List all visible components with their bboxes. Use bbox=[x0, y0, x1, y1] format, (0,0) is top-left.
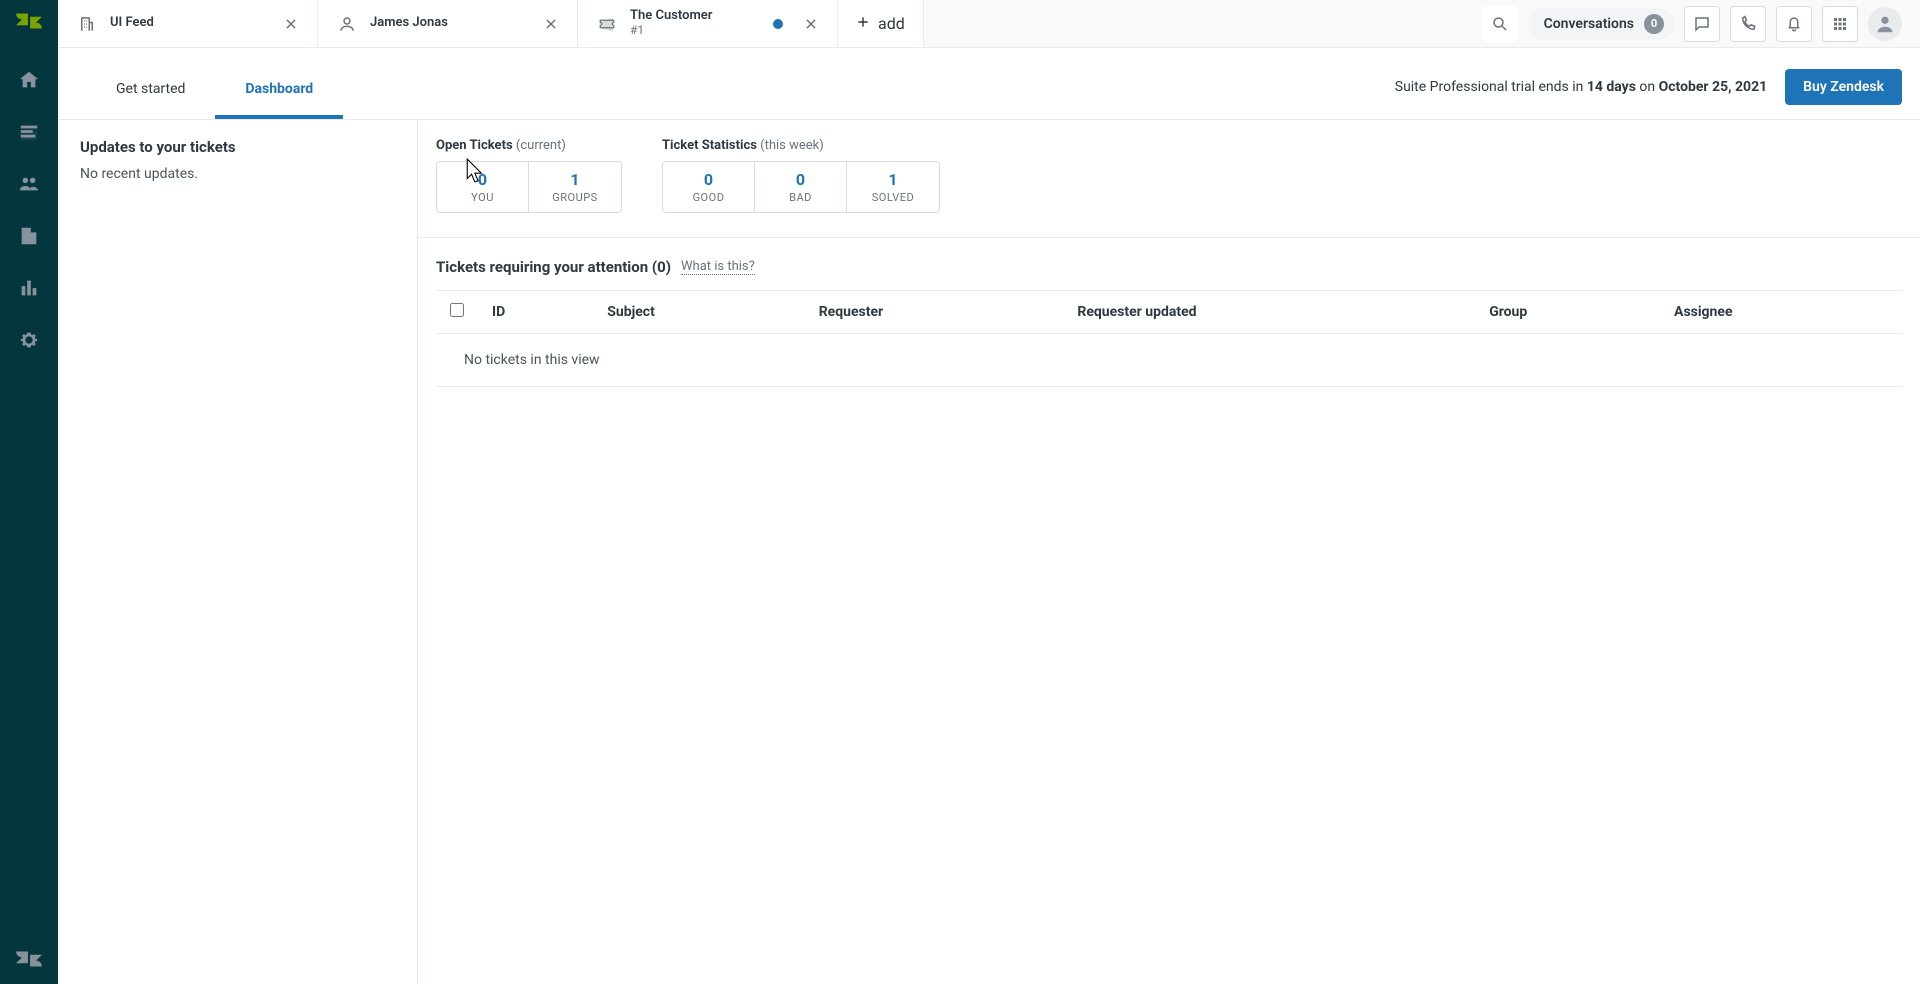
stat-solved[interactable]: 1 SOLVED bbox=[847, 162, 939, 212]
home-icon[interactable] bbox=[9, 60, 49, 100]
content: Updates to your tickets No recent update… bbox=[58, 120, 1920, 984]
trial-text: Suite Professional trial ends in 14 days… bbox=[1395, 79, 1767, 95]
what-is-this-link[interactable]: What is this? bbox=[681, 259, 755, 275]
col-requester[interactable]: Requester bbox=[805, 291, 1064, 334]
views-icon[interactable] bbox=[9, 112, 49, 152]
add-label: add bbox=[878, 14, 905, 33]
col-requester-updated[interactable]: Requester updated bbox=[1063, 291, 1475, 334]
col-assignee[interactable]: Assignee bbox=[1660, 291, 1902, 334]
tab-james-jonas[interactable]: James Jonas bbox=[318, 0, 578, 47]
open-tickets-suffix: (current) bbox=[516, 138, 566, 153]
sidebar bbox=[0, 0, 58, 984]
add-tab-button[interactable]: add bbox=[838, 0, 924, 47]
building-icon bbox=[76, 13, 98, 35]
attention-section: Tickets requiring your attention (0) Wha… bbox=[418, 238, 1920, 387]
col-group[interactable]: Group bbox=[1475, 291, 1660, 334]
organizations-icon[interactable] bbox=[9, 216, 49, 256]
stat-good[interactable]: 0 GOOD bbox=[663, 162, 755, 212]
tab-ui-feed[interactable]: UI Feed bbox=[58, 0, 318, 47]
tab-bar: UI Feed James Jonas The Customer # bbox=[58, 0, 1920, 48]
open-tickets-block: Open Tickets (current) 0 YOU 1 GROUPS bbox=[436, 138, 622, 213]
page-tabs: Get started Dashboard bbox=[86, 62, 343, 119]
attention-title: Tickets requiring your attention (0) bbox=[436, 258, 671, 276]
tab-get-started[interactable]: Get started bbox=[86, 62, 215, 119]
open-tickets-title: Open Tickets bbox=[436, 138, 513, 153]
conversations-count: 0 bbox=[1644, 14, 1664, 34]
tab-title: UI Feed bbox=[110, 16, 267, 31]
tab-title: The Customer bbox=[630, 9, 761, 24]
dashboard-panel: Open Tickets (current) 0 YOU 1 GROUPS bbox=[418, 120, 1920, 984]
select-all-checkbox[interactable] bbox=[436, 291, 478, 334]
plus-icon bbox=[856, 14, 870, 33]
updates-empty: No recent updates. bbox=[80, 166, 395, 182]
reporting-icon[interactable] bbox=[9, 268, 49, 308]
tab-title: James Jonas bbox=[370, 16, 527, 31]
tab-subtitle: #1 bbox=[630, 24, 761, 38]
status-dot-icon bbox=[773, 19, 783, 29]
sub-header: Get started Dashboard Suite Professional… bbox=[58, 48, 1920, 120]
phone-icon[interactable] bbox=[1730, 6, 1766, 42]
ticket-stats-suffix: (this week) bbox=[760, 138, 824, 153]
main-area: UI Feed James Jonas The Customer # bbox=[58, 0, 1920, 984]
tab-the-customer[interactable]: The Customer #1 bbox=[578, 0, 838, 47]
zendesk-z-icon[interactable] bbox=[0, 934, 58, 984]
close-icon[interactable] bbox=[539, 12, 563, 36]
close-icon[interactable] bbox=[799, 12, 823, 36]
header-actions: Conversations 0 bbox=[1482, 0, 1920, 47]
chat-icon[interactable] bbox=[1684, 6, 1720, 42]
ticket-icon bbox=[596, 13, 618, 35]
col-subject[interactable]: Subject bbox=[593, 291, 804, 334]
stat-you[interactable]: 0 YOU bbox=[437, 162, 529, 212]
col-id[interactable]: ID bbox=[478, 291, 593, 334]
profile-avatar[interactable] bbox=[1868, 7, 1902, 41]
conversations-button[interactable]: Conversations 0 bbox=[1528, 8, 1674, 40]
notifications-icon[interactable] bbox=[1776, 6, 1812, 42]
search-icon[interactable] bbox=[1482, 6, 1518, 42]
buy-zendesk-button[interactable]: Buy Zendesk bbox=[1785, 69, 1902, 105]
user-icon bbox=[336, 13, 358, 35]
table-header-row: ID Subject Requester Requester updated G… bbox=[436, 291, 1902, 334]
tab-dashboard[interactable]: Dashboard bbox=[215, 62, 343, 119]
conversations-label: Conversations bbox=[1544, 16, 1634, 32]
updates-panel: Updates to your tickets No recent update… bbox=[58, 120, 418, 984]
stat-bad[interactable]: 0 BAD bbox=[755, 162, 847, 212]
updates-title: Updates to your tickets bbox=[80, 138, 395, 156]
tickets-table: ID Subject Requester Requester updated G… bbox=[436, 290, 1902, 387]
close-icon[interactable] bbox=[279, 12, 303, 36]
admin-icon[interactable] bbox=[9, 320, 49, 360]
stat-groups[interactable]: 1 GROUPS bbox=[529, 162, 621, 212]
empty-state: No tickets in this view bbox=[436, 334, 1902, 387]
apps-icon[interactable] bbox=[1822, 6, 1858, 42]
ticket-stats-title: Ticket Statistics bbox=[662, 138, 757, 153]
ticket-statistics-block: Ticket Statistics (this week) 0 GOOD 0 B… bbox=[662, 138, 940, 213]
customers-icon[interactable] bbox=[9, 164, 49, 204]
table-row: No tickets in this view bbox=[436, 334, 1902, 387]
zendesk-logo-icon[interactable] bbox=[0, 0, 58, 42]
